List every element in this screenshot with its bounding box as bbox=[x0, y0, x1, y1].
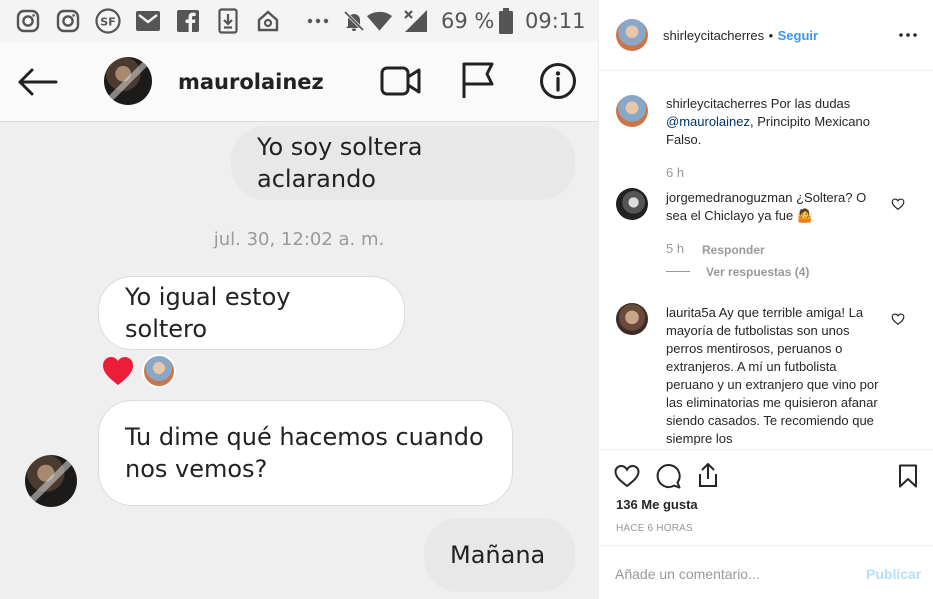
avatar[interactable] bbox=[25, 455, 77, 507]
save-bookmark-icon[interactable] bbox=[896, 462, 920, 490]
replies-divider bbox=[666, 271, 690, 272]
svg-text:SF: SF bbox=[100, 15, 115, 28]
likes-count[interactable]: 136 Me gusta bbox=[616, 497, 698, 512]
comment-input[interactable] bbox=[615, 564, 855, 584]
status-bar: SF 69 % 09:11 bbox=[0, 0, 598, 42]
post-actions: 136 Me gusta HACE 6 HORAS Publicar bbox=[599, 449, 933, 599]
more-options-icon[interactable] bbox=[899, 27, 919, 43]
no-signal-icon bbox=[402, 7, 429, 34]
mention-link[interactable]: @maurolainez bbox=[666, 114, 750, 129]
avatar[interactable] bbox=[616, 188, 648, 220]
message-bubble-outgoing[interactable]: Yo soy soltera aclarando bbox=[231, 126, 575, 200]
comment-icon[interactable] bbox=[654, 462, 682, 490]
facebook-icon bbox=[174, 7, 201, 34]
post-panel: shirleycitacherres • Seguir shirleycitac… bbox=[598, 0, 933, 599]
instagram-icon bbox=[54, 7, 81, 34]
heart-reaction-icon[interactable] bbox=[101, 354, 135, 388]
reactor-avatar[interactable] bbox=[142, 354, 176, 388]
gmail-icon bbox=[134, 7, 161, 34]
separator-dot: • bbox=[768, 28, 774, 43]
battery-icon bbox=[492, 7, 519, 34]
avatar[interactable] bbox=[104, 57, 152, 105]
instagram-icon bbox=[14, 7, 41, 34]
follow-button[interactable]: Seguir bbox=[778, 28, 818, 43]
reply-button[interactable]: Responder bbox=[702, 243, 765, 257]
avatar[interactable] bbox=[616, 19, 648, 51]
message-timestamp: jul. 30, 12:02 a. m. bbox=[213, 229, 385, 250]
clock: 09:11 bbox=[525, 9, 586, 33]
like-icon[interactable] bbox=[613, 462, 641, 490]
share-icon[interactable] bbox=[694, 461, 722, 489]
like-comment-icon[interactable] bbox=[891, 197, 905, 211]
comment-form: Publicar bbox=[599, 545, 933, 599]
comment-time[interactable]: 5 h bbox=[666, 241, 684, 256]
post-time[interactable]: HACE 6 HORAS bbox=[616, 523, 693, 534]
avatar[interactable] bbox=[616, 95, 648, 127]
comment: laurita5a Ay que terrible amiga! La mayo… bbox=[666, 304, 880, 445]
comment: jorgemedranoguzman ¿Soltera? O sea el Ch… bbox=[666, 189, 886, 225]
flag-icon[interactable] bbox=[458, 60, 498, 100]
download-icon bbox=[214, 7, 241, 34]
message-bubble-incoming[interactable]: Tu dime qué hacemos cuando nos vemos? bbox=[98, 400, 513, 506]
comment-text: Ay que terrible amiga! La mayoría de fut… bbox=[666, 305, 879, 445]
dm-screenshot: SF 69 % 09:11 maurolainez Yo soy soltera… bbox=[0, 0, 598, 599]
caption-text: Por las dudas bbox=[770, 96, 851, 111]
caption-time[interactable]: 6 h bbox=[666, 165, 684, 180]
like-comment-icon[interactable] bbox=[891, 312, 905, 326]
message-bubble-incoming[interactable]: Yo igual estoy soltero bbox=[98, 276, 405, 350]
comment-user[interactable]: laurita5a bbox=[666, 305, 716, 320]
home-icon bbox=[254, 7, 281, 34]
video-call-icon[interactable] bbox=[380, 62, 422, 100]
sf-icon: SF bbox=[94, 7, 121, 34]
caption: shirleycitacherres Por las dudas @maurol… bbox=[666, 95, 886, 149]
avatar[interactable] bbox=[616, 303, 648, 335]
post-header: shirleycitacherres • Seguir bbox=[599, 0, 933, 71]
post-author[interactable]: shirleycitacherres bbox=[663, 28, 764, 43]
publish-button[interactable]: Publicar bbox=[866, 566, 921, 582]
comment-user[interactable]: jorgemedranoguzman bbox=[666, 190, 792, 205]
dm-header: maurolainez bbox=[0, 42, 598, 122]
dm-username[interactable]: maurolainez bbox=[178, 70, 324, 94]
info-icon[interactable] bbox=[538, 61, 578, 101]
view-replies-button[interactable]: Ver respuestas (4) bbox=[706, 265, 809, 279]
caption-user[interactable]: shirleycitacherres bbox=[666, 96, 767, 111]
more-dots-icon bbox=[304, 7, 331, 34]
message-bubble-outgoing[interactable]: Mañana bbox=[424, 518, 575, 592]
back-arrow-icon[interactable] bbox=[16, 64, 58, 100]
mute-icon bbox=[340, 7, 367, 34]
battery-percent: 69 % bbox=[441, 9, 495, 33]
wifi-icon bbox=[366, 7, 393, 34]
